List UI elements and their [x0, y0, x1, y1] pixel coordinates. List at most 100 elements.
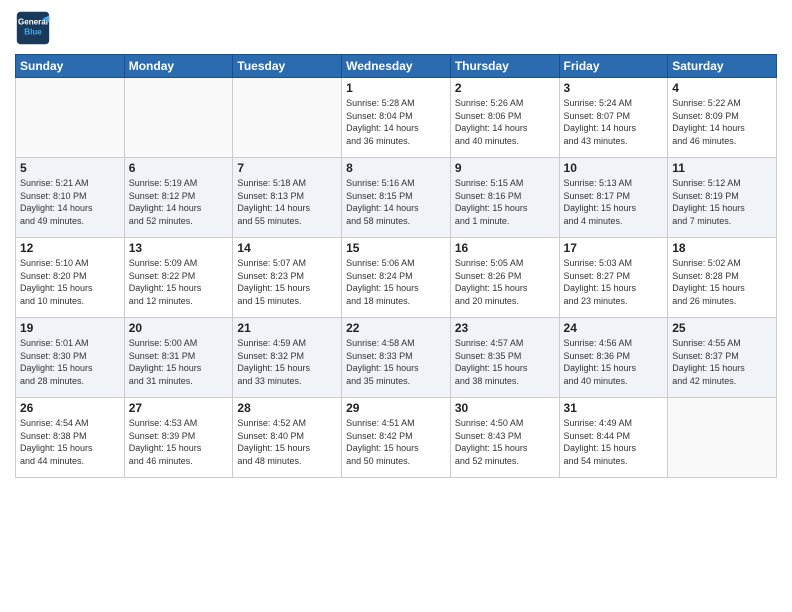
calendar-cell: 11 Sunrise: 5:12 AM Sunset: 8:19 PM Dayli…: [668, 158, 777, 238]
day-number: 6: [129, 161, 229, 175]
day-number: 24: [564, 321, 664, 335]
day-info: Sunrise: 5:06 AM Sunset: 8:24 PM Dayligh…: [346, 257, 446, 307]
calendar-cell: 25 Sunrise: 4:55 AM Sunset: 8:37 PM Dayli…: [668, 318, 777, 398]
weekday-tuesday: Tuesday: [233, 55, 342, 78]
logo: General Blue: [15, 10, 55, 46]
calendar-cell: 23 Sunrise: 4:57 AM Sunset: 8:35 PM Dayli…: [450, 318, 559, 398]
calendar-cell: 7 Sunrise: 5:18 AM Sunset: 8:13 PM Daylig…: [233, 158, 342, 238]
weekday-monday: Monday: [124, 55, 233, 78]
day-info: Sunrise: 5:22 AM Sunset: 8:09 PM Dayligh…: [672, 97, 772, 147]
day-number: 7: [237, 161, 337, 175]
day-info: Sunrise: 5:13 AM Sunset: 8:17 PM Dayligh…: [564, 177, 664, 227]
day-info: Sunrise: 4:52 AM Sunset: 8:40 PM Dayligh…: [237, 417, 337, 467]
day-info: Sunrise: 5:01 AM Sunset: 8:30 PM Dayligh…: [20, 337, 120, 387]
weekday-header-row: SundayMondayTuesdayWednesdayThursdayFrid…: [16, 55, 777, 78]
day-info: Sunrise: 5:03 AM Sunset: 8:27 PM Dayligh…: [564, 257, 664, 307]
calendar-cell: 22 Sunrise: 4:58 AM Sunset: 8:33 PM Dayli…: [342, 318, 451, 398]
svg-text:Blue: Blue: [24, 27, 42, 36]
calendar-cell: 4 Sunrise: 5:22 AM Sunset: 8:09 PM Daylig…: [668, 78, 777, 158]
day-number: 20: [129, 321, 229, 335]
day-number: 28: [237, 401, 337, 415]
calendar-cell: [16, 78, 125, 158]
day-number: 29: [346, 401, 446, 415]
day-number: 21: [237, 321, 337, 335]
calendar-cell: 26Sunrise: 4:54 AM Sunset: 8:38 PM Dayli…: [16, 398, 125, 478]
day-info: Sunrise: 4:53 AM Sunset: 8:39 PM Dayligh…: [129, 417, 229, 467]
day-info: Sunrise: 4:54 AM Sunset: 8:38 PM Dayligh…: [20, 417, 120, 467]
calendar-cell: 24 Sunrise: 4:56 AM Sunset: 8:36 PM Dayli…: [559, 318, 668, 398]
calendar-cell: 9Sunrise: 5:15 AM Sunset: 8:16 PM Daylig…: [450, 158, 559, 238]
calendar-cell: 16 Sunrise: 5:05 AM Sunset: 8:26 PM Dayli…: [450, 238, 559, 318]
day-info: Sunrise: 5:10 AM Sunset: 8:20 PM Dayligh…: [20, 257, 120, 307]
day-number: 9: [455, 161, 555, 175]
calendar-cell: 13Sunrise: 5:09 AM Sunset: 8:22 PM Dayli…: [124, 238, 233, 318]
day-info: Sunrise: 5:21 AM Sunset: 8:10 PM Dayligh…: [20, 177, 120, 227]
day-number: 19: [20, 321, 120, 335]
day-info: Sunrise: 4:51 AM Sunset: 8:42 PM Dayligh…: [346, 417, 446, 467]
day-info: Sunrise: 5:02 AM Sunset: 8:28 PM Dayligh…: [672, 257, 772, 307]
day-number: 30: [455, 401, 555, 415]
calendar-cell: [233, 78, 342, 158]
day-number: 18: [672, 241, 772, 255]
week-row-5: 26Sunrise: 4:54 AM Sunset: 8:38 PM Dayli…: [16, 398, 777, 478]
calendar-cell: 17 Sunrise: 5:03 AM Sunset: 8:27 PM Dayli…: [559, 238, 668, 318]
weekday-wednesday: Wednesday: [342, 55, 451, 78]
calendar-cell: 18 Sunrise: 5:02 AM Sunset: 8:28 PM Dayli…: [668, 238, 777, 318]
day-number: 16: [455, 241, 555, 255]
day-info: Sunrise: 5:26 AM Sunset: 8:06 PM Dayligh…: [455, 97, 555, 147]
calendar-cell: 19 Sunrise: 5:01 AM Sunset: 8:30 PM Dayli…: [16, 318, 125, 398]
day-number: 25: [672, 321, 772, 335]
day-info: Sunrise: 5:28 AM Sunset: 8:04 PM Dayligh…: [346, 97, 446, 147]
calendar-cell: 27 Sunrise: 4:53 AM Sunset: 8:39 PM Dayli…: [124, 398, 233, 478]
calendar-cell: 28 Sunrise: 4:52 AM Sunset: 8:40 PM Dayli…: [233, 398, 342, 478]
calendar-cell: 15 Sunrise: 5:06 AM Sunset: 8:24 PM Dayli…: [342, 238, 451, 318]
calendar-cell: 6 Sunrise: 5:19 AM Sunset: 8:12 PM Daylig…: [124, 158, 233, 238]
day-number: 17: [564, 241, 664, 255]
calendar-cell: 1Sunrise: 5:28 AM Sunset: 8:04 PM Daylig…: [342, 78, 451, 158]
day-info: Sunrise: 5:12 AM Sunset: 8:19 PM Dayligh…: [672, 177, 772, 227]
day-info: Sunrise: 5:24 AM Sunset: 8:07 PM Dayligh…: [564, 97, 664, 147]
day-number: 12: [20, 241, 120, 255]
calendar-cell: [124, 78, 233, 158]
weekday-saturday: Saturday: [668, 55, 777, 78]
weekday-sunday: Sunday: [16, 55, 125, 78]
day-info: Sunrise: 4:55 AM Sunset: 8:37 PM Dayligh…: [672, 337, 772, 387]
weekday-friday: Friday: [559, 55, 668, 78]
day-info: Sunrise: 4:58 AM Sunset: 8:33 PM Dayligh…: [346, 337, 446, 387]
day-number: 23: [455, 321, 555, 335]
day-info: Sunrise: 5:16 AM Sunset: 8:15 PM Dayligh…: [346, 177, 446, 227]
page: General Blue SundayMondayTuesdayWednesda…: [0, 0, 792, 612]
day-number: 27: [129, 401, 229, 415]
day-info: Sunrise: 5:00 AM Sunset: 8:31 PM Dayligh…: [129, 337, 229, 387]
calendar-cell: 30 Sunrise: 4:50 AM Sunset: 8:43 PM Dayli…: [450, 398, 559, 478]
day-number: 3: [564, 81, 664, 95]
day-info: Sunrise: 4:56 AM Sunset: 8:36 PM Dayligh…: [564, 337, 664, 387]
day-number: 13: [129, 241, 229, 255]
calendar-cell: 5Sunrise: 5:21 AM Sunset: 8:10 PM Daylig…: [16, 158, 125, 238]
calendar-cell: 3 Sunrise: 5:24 AM Sunset: 8:07 PM Daylig…: [559, 78, 668, 158]
day-number: 11: [672, 161, 772, 175]
day-info: Sunrise: 5:18 AM Sunset: 8:13 PM Dayligh…: [237, 177, 337, 227]
weekday-thursday: Thursday: [450, 55, 559, 78]
week-row-2: 5Sunrise: 5:21 AM Sunset: 8:10 PM Daylig…: [16, 158, 777, 238]
day-number: 4: [672, 81, 772, 95]
week-row-4: 19 Sunrise: 5:01 AM Sunset: 8:30 PM Dayli…: [16, 318, 777, 398]
calendar-cell: 2 Sunrise: 5:26 AM Sunset: 8:06 PM Daylig…: [450, 78, 559, 158]
day-info: Sunrise: 5:07 AM Sunset: 8:23 PM Dayligh…: [237, 257, 337, 307]
day-number: 31: [564, 401, 664, 415]
calendar-cell: 14Sunrise: 5:07 AM Sunset: 8:23 PM Dayli…: [233, 238, 342, 318]
day-number: 2: [455, 81, 555, 95]
calendar-cell: 20 Sunrise: 5:00 AM Sunset: 8:31 PM Dayli…: [124, 318, 233, 398]
week-row-3: 12 Sunrise: 5:10 AM Sunset: 8:20 PM Dayli…: [16, 238, 777, 318]
header: General Blue: [15, 10, 777, 46]
calendar-cell: 29 Sunrise: 4:51 AM Sunset: 8:42 PM Dayli…: [342, 398, 451, 478]
day-info: Sunrise: 4:50 AM Sunset: 8:43 PM Dayligh…: [455, 417, 555, 467]
day-info: Sunrise: 5:19 AM Sunset: 8:12 PM Dayligh…: [129, 177, 229, 227]
logo-icon: General Blue: [15, 10, 51, 46]
day-number: 15: [346, 241, 446, 255]
day-number: 8: [346, 161, 446, 175]
day-number: 22: [346, 321, 446, 335]
calendar-cell: 21Sunrise: 4:59 AM Sunset: 8:32 PM Dayli…: [233, 318, 342, 398]
day-info: Sunrise: 4:57 AM Sunset: 8:35 PM Dayligh…: [455, 337, 555, 387]
day-info: Sunrise: 5:05 AM Sunset: 8:26 PM Dayligh…: [455, 257, 555, 307]
